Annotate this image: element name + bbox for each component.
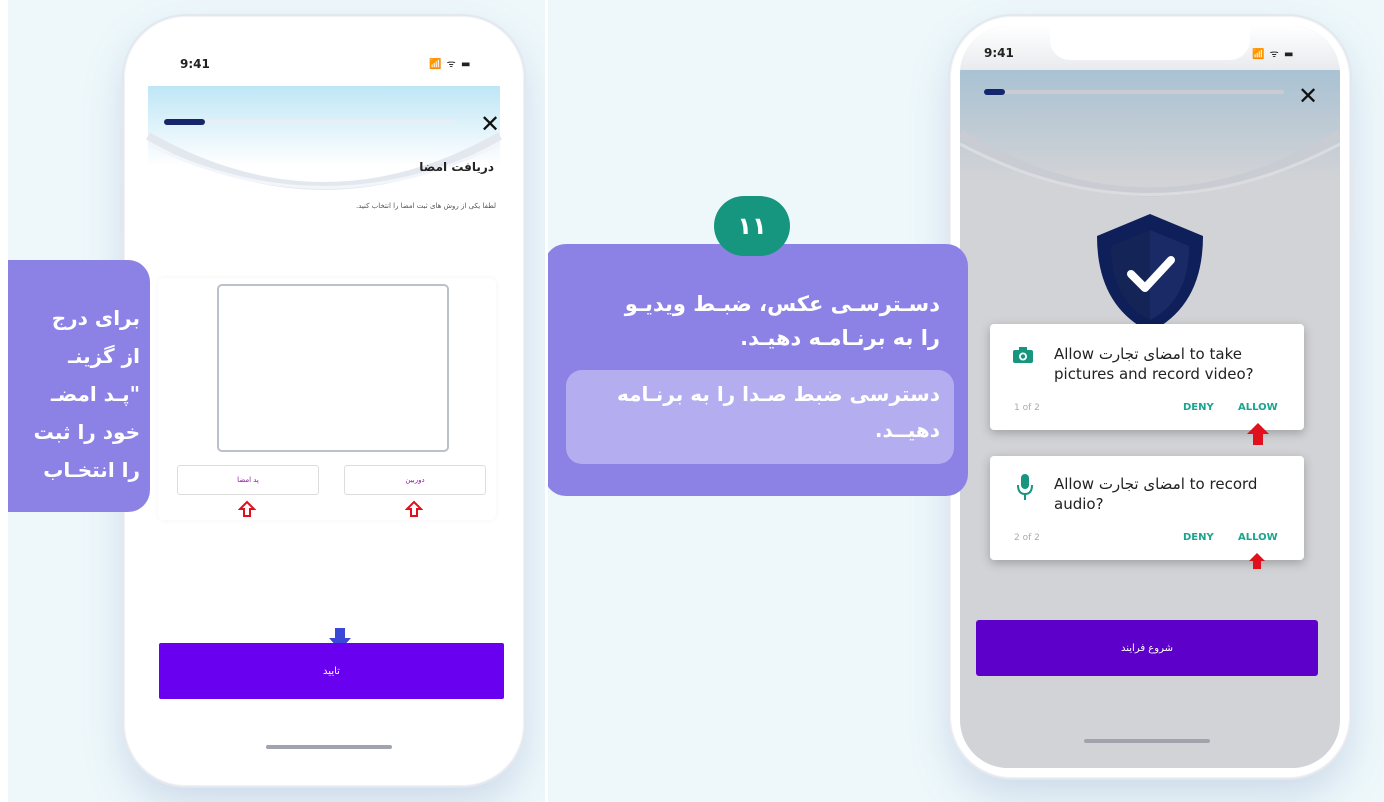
home-indicator <box>1084 739 1210 743</box>
left-phone: 9:41 📶 ᯤ ▬ ✕ دریافت امضا لطفا یکی از روش… <box>120 16 524 786</box>
left-panel: 9:41 📶 ᯤ ▬ ✕ دریافت امضا لطفا یکی از روش… <box>8 0 545 802</box>
main-instruction-line: دسـترسـی عکس، ضبـط ویدیـو <box>624 292 940 316</box>
left-callout-line: برای درج <box>51 306 140 330</box>
close-icon[interactable]: ✕ <box>480 112 500 136</box>
up-arrow-icon <box>238 500 256 517</box>
phone-side-button <box>946 126 950 160</box>
dialog-message: Allow امضای تجارت to record <box>1054 475 1258 493</box>
left-callout-line: از گزینـ <box>68 344 140 368</box>
home-indicator <box>266 745 392 749</box>
right-phone: 9:41 📶 ᯤ ▬ ✕ Allow امضای تجارت to take p… <box>946 16 1354 778</box>
page-title: دریافت امضا <box>419 160 494 174</box>
status-time: 9:41 <box>984 46 1014 60</box>
permission-dialog-camera: Allow امضای تجارت to take pictures and r… <box>990 324 1304 430</box>
dialog-message: pictures and record video? <box>1054 365 1254 383</box>
header-curve <box>146 86 502 190</box>
status-icons: 📶 ᯤ ▬ <box>1252 49 1295 60</box>
phone-side-button <box>120 126 124 160</box>
left-callout-line: "پـد امضـ <box>50 382 140 406</box>
right-panel: 9:41 📶 ᯤ ▬ ✕ Allow امضای تجارت to take p… <box>548 0 1384 802</box>
phone-side-button <box>120 181 124 236</box>
main-instruction-line: را به برنـامـه دهیـد. <box>740 326 940 350</box>
microphone-icon <box>1017 474 1033 500</box>
dialog-message: audio? <box>1054 495 1104 513</box>
deny-button[interactable]: DENY <box>1183 402 1214 413</box>
header-curve <box>960 70 1340 197</box>
deny-button[interactable]: DENY <box>1183 532 1214 543</box>
signature-card: پد امضا دوربین <box>158 278 496 520</box>
status-icons: 📶 ᯤ ▬ <box>429 59 472 70</box>
page-subtitle: لطفا یکی از روش های ثبت امضا را انتخاب ک… <box>355 202 496 210</box>
camera-icon <box>1013 347 1033 363</box>
close-icon[interactable]: ✕ <box>1298 84 1318 108</box>
dialog-count: 2 of 2 <box>1014 533 1040 543</box>
left-callout-line: خود را ثبت <box>33 420 140 444</box>
phone-side-button <box>946 181 950 236</box>
shield-icon <box>1097 214 1203 332</box>
allow-button[interactable]: ALLOW <box>1238 402 1278 413</box>
secondary-instruction-line: دهیــد. <box>874 418 940 442</box>
up-arrow-icon <box>1249 553 1265 569</box>
progress-fill <box>164 119 205 125</box>
confirm-button[interactable]: تایید <box>159 643 504 699</box>
secondary-instruction-line: دسترسی ضبط صـدا را به برنـامه <box>616 382 940 406</box>
middle-callout: دسـترسـی عکس، ضبـط ویدیـو را به برنـامـه… <box>548 244 968 496</box>
signature-preview-box <box>217 284 449 452</box>
step-number-badge: ۱۱ <box>714 196 790 256</box>
permission-dialog-microphone: Allow امضای تجارت to record audio? 2 of … <box>990 456 1304 560</box>
progress-track <box>984 89 1284 95</box>
status-time: 9:41 <box>180 57 210 71</box>
secondary-instruction-box: دسترسی ضبط صـدا را به برنـامه دهیــد. <box>566 370 954 464</box>
step-number: ۱۱ <box>737 212 767 240</box>
progress-track <box>164 119 456 125</box>
allow-button[interactable]: ALLOW <box>1238 532 1278 543</box>
phone-side-button <box>1350 166 1354 236</box>
signature-pad-option[interactable]: پد امضا <box>177 465 319 495</box>
start-process-button[interactable]: شروع فرایند <box>976 620 1318 676</box>
right-phone-screen: 9:41 📶 ᯤ ▬ ✕ Allow امضای تجارت to take p… <box>960 26 1340 768</box>
phone-notch <box>1050 26 1250 60</box>
left-callout-line: را انتخـاب <box>43 458 140 482</box>
left-callout: برای درج از گزینـ "پـد امضـ خود را ثبت ر… <box>8 260 150 512</box>
camera-option[interactable]: دوربین <box>344 465 486 495</box>
up-arrow-icon <box>405 500 423 517</box>
left-phone-screen: 9:41 📶 ᯤ ▬ ✕ دریافت امضا لطفا یکی از روش… <box>134 26 514 776</box>
progress-fill <box>984 89 1005 95</box>
up-arrow-icon <box>1247 423 1269 445</box>
dialog-count: 1 of 2 <box>1014 403 1040 413</box>
dialog-message: Allow امضای تجارت to take <box>1054 345 1242 363</box>
